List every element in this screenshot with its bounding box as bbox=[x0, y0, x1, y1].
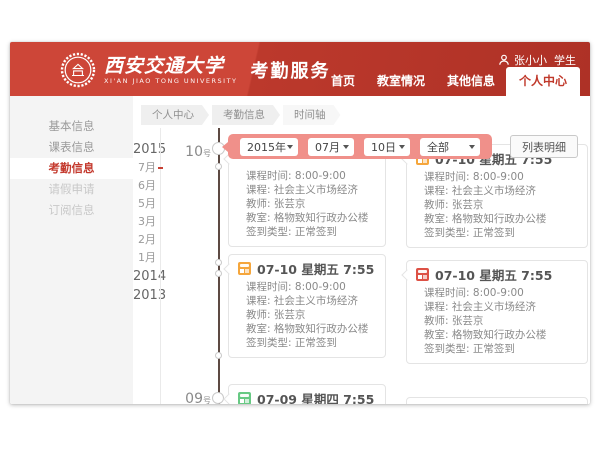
nav-home[interactable]: 首页 bbox=[320, 68, 366, 96]
timeline-node bbox=[215, 270, 222, 277]
nav-other-info[interactable]: 其他信息 bbox=[436, 68, 506, 96]
breadcrumb: 个人中心考勤信息时间轴 bbox=[141, 105, 344, 125]
event-card[interactable]: 07-10 星期五 7:55 课程时间: 8:00-9:00 课程: 社会主义市… bbox=[228, 254, 386, 358]
event-card-header: 07-10 星期五 7:55 bbox=[416, 266, 578, 283]
timeline-scale-month[interactable]: 7月 bbox=[133, 159, 156, 177]
event-field: 教室: 格物致知行政办公楼 bbox=[238, 211, 376, 225]
timeline-scale-month[interactable]: 1月 bbox=[133, 249, 156, 267]
user-info[interactable]: 张小小 学生 bbox=[498, 52, 576, 68]
timeline-scale-month[interactable]: 5月 bbox=[133, 195, 156, 213]
breadcrumb-personal-center[interactable]: 个人中心 bbox=[141, 105, 209, 125]
event-field: 教师: 张芸京 bbox=[238, 308, 376, 322]
type-select[interactable]: 全部 bbox=[420, 138, 480, 156]
event-field: 课程: 社会主义市场经济 bbox=[238, 183, 376, 197]
user-name: 张小小 bbox=[514, 52, 547, 68]
nav-classroom-status[interactable]: 教室情况 bbox=[366, 68, 436, 96]
event-date: 07-10 星期五 7:55 bbox=[435, 265, 552, 284]
page: { "header": { "logo": { "emblem_icon": "… bbox=[0, 0, 600, 450]
event-field: 签到类型: 正常签到 bbox=[416, 342, 578, 356]
sidebar-item-leave-request[interactable]: 请假申请 bbox=[10, 179, 133, 200]
timeline-scale-month[interactable]: 2月 bbox=[133, 231, 156, 249]
event-field: 课程时间: 8:00-9:00 bbox=[416, 170, 578, 184]
timeline-scale-year[interactable]: 2013 bbox=[133, 286, 156, 305]
list-detail-button[interactable]: 列表明细 bbox=[510, 135, 578, 158]
sidebar-item-attendance[interactable]: 考勤信息 bbox=[10, 158, 133, 179]
event-card[interactable]: 07-10 星期五 7:55 课程时间: 8:00-9:00 课程: 社会主义市… bbox=[406, 260, 588, 364]
timeline-scale-year[interactable]: 2015 bbox=[133, 140, 156, 159]
nav-personal-center[interactable]: 个人中心 bbox=[506, 67, 580, 96]
logo: 西安交通大学 XI'AN JIAO TONG UNIVERSITY 考勤服务 bbox=[60, 50, 331, 90]
calendar-icon bbox=[238, 392, 251, 404]
event-field: 课程时间: 8:00-9:00 bbox=[416, 286, 578, 300]
event-date: 07-10 星期五 7:55 bbox=[257, 259, 374, 278]
app-header: 西安交通大学 XI'AN JIAO TONG UNIVERSITY 考勤服务 张… bbox=[10, 42, 590, 96]
user-role: 学生 bbox=[554, 52, 576, 68]
timeline-day-label: 10号 bbox=[169, 141, 211, 160]
month-select-value: 07月 bbox=[315, 139, 340, 155]
event-field: 签到类型: 正常签到 bbox=[238, 336, 376, 350]
person-icon bbox=[498, 54, 510, 66]
current-month-marker bbox=[158, 167, 163, 169]
calendar-icon bbox=[416, 268, 429, 281]
event-card-header: 07-10 星期五 7:55 bbox=[238, 260, 376, 277]
timeline-day-label: 09号 bbox=[169, 388, 211, 404]
filter-bubble: 2015年 07月 10日 全部 bbox=[228, 134, 492, 159]
year-select[interactable]: 2015年 bbox=[240, 138, 298, 156]
scale-divider bbox=[160, 128, 161, 404]
event-card[interactable] bbox=[406, 397, 588, 404]
timeline-scale-year[interactable]: 2014 bbox=[133, 267, 156, 286]
timeline-node bbox=[215, 163, 222, 170]
day-select-value: 10日 bbox=[371, 139, 396, 155]
event-field: 课程: 社会主义市场经济 bbox=[416, 184, 578, 198]
event-field: 课程时间: 8:00-9:00 bbox=[238, 280, 376, 294]
sidebar-item-timetable[interactable]: 课表信息 bbox=[10, 137, 133, 158]
caret-down-icon bbox=[399, 145, 405, 149]
event-card[interactable]: 07-10 星期五 7:55 课程时间: 8:00-9:00 课程: 社会主义市… bbox=[406, 144, 588, 248]
timeline-node bbox=[215, 259, 222, 266]
sidebar-item-basic-info[interactable]: 基本信息 bbox=[10, 116, 133, 137]
breadcrumb-timeline[interactable]: 时间轴 bbox=[283, 105, 341, 125]
timeline-node bbox=[212, 392, 224, 404]
app-title: 考勤服务 bbox=[251, 57, 331, 83]
event-field: 签到类型: 正常签到 bbox=[238, 225, 376, 239]
event-field: 教室: 格物致知行政办公楼 bbox=[416, 328, 578, 342]
timeline-scale-month[interactable]: 6月 bbox=[133, 177, 156, 195]
event-field: 教师: 张芸京 bbox=[238, 197, 376, 211]
event-field: 教室: 格物致知行政办公楼 bbox=[238, 322, 376, 336]
event-field: 课程: 社会主义市场经济 bbox=[416, 300, 578, 314]
calendar-icon bbox=[238, 262, 251, 275]
event-field: 签到类型: 正常签到 bbox=[416, 226, 578, 240]
sidebar-item-subscription[interactable]: 订阅信息 bbox=[10, 200, 133, 221]
caret-down-icon bbox=[343, 145, 349, 149]
main-content: 个人中心考勤信息时间轴 20157月6月5月3月2月1月20142013 201… bbox=[133, 96, 590, 404]
xjtu-gear-emblem-icon bbox=[60, 52, 96, 88]
event-card[interactable]: 课程时间: 8:00-9:00 课程: 社会主义市场经济 教师: 张芸京 教室:… bbox=[228, 144, 386, 247]
logo-text: 西安交通大学 XI'AN JIAO TONG UNIVERSITY bbox=[104, 56, 238, 85]
event-field: 教师: 张芸京 bbox=[416, 314, 578, 328]
type-select-value: 全部 bbox=[427, 139, 449, 155]
university-name-en: XI'AN JIAO TONG UNIVERSITY bbox=[104, 77, 238, 85]
app-window: 西安交通大学 XI'AN JIAO TONG UNIVERSITY 考勤服务 张… bbox=[10, 42, 590, 404]
caret-down-icon bbox=[287, 145, 293, 149]
timeline-scale-month[interactable]: 3月 bbox=[133, 213, 156, 231]
university-name-cn: 西安交通大学 bbox=[104, 56, 238, 77]
day-select[interactable]: 10日 bbox=[364, 138, 410, 156]
event-card[interactable]: 07-09 星期四 7:55 bbox=[228, 384, 386, 404]
event-card-header: 07-09 星期四 7:55 bbox=[238, 390, 376, 404]
year-select-value: 2015年 bbox=[247, 139, 286, 155]
event-field: 课程时间: 8:00-9:00 bbox=[238, 169, 376, 183]
timeline-node bbox=[215, 352, 222, 359]
breadcrumb-attendance-info[interactable]: 考勤信息 bbox=[212, 105, 280, 125]
sidebar-menu: 基本信息课表信息考勤信息请假申请订阅信息 bbox=[10, 96, 133, 404]
caret-down-icon bbox=[469, 145, 475, 149]
event-date: 07-09 星期四 7:55 bbox=[257, 389, 374, 404]
event-field: 教师: 张芸京 bbox=[416, 198, 578, 212]
event-field: 课程: 社会主义市场经济 bbox=[238, 294, 376, 308]
event-field: 教室: 格物致知行政办公楼 bbox=[416, 212, 578, 226]
month-select[interactable]: 07月 bbox=[308, 138, 354, 156]
main-nav: 首页教室情况其他信息个人中心 bbox=[320, 67, 580, 96]
timeline-scale: 20157月6月5月3月2月1月20142013 bbox=[133, 140, 156, 305]
